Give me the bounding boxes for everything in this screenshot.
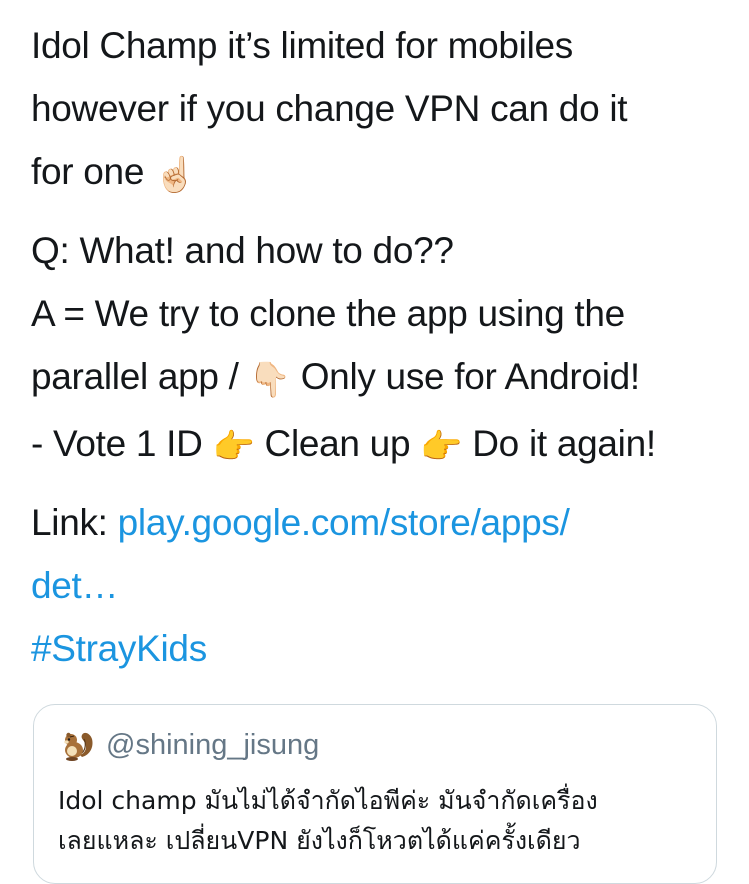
quoted-tweet-line: Idol champ มันไม่ได้จำกัดไอพีค่ะ มันจำกั…: [58, 786, 598, 815]
tweet-paragraph-qa: Q: What! and how to do?? A = We try to c…: [31, 219, 731, 479]
hashtag-straykids[interactable]: #StrayKids: [31, 617, 731, 680]
play-store-link[interactable]: play.google.com/store/apps/: [118, 502, 570, 543]
tweet-line: parallel app / 👇🏻 Only use for Android!: [31, 345, 731, 412]
pointing-right-emoji-icon: 👉: [420, 427, 463, 467]
pointing-up-emoji-icon: ☝🏻: [154, 155, 197, 195]
chipmunk-avatar-icon: [64, 732, 93, 761]
tweet-paragraph-intro: Idol Champ it’s limited for mobiles howe…: [31, 14, 731, 207]
tweet-body: Idol Champ it’s limited for mobiles howe…: [31, 14, 731, 680]
quoted-user-handle[interactable]: @shining_jisung: [106, 729, 319, 762]
quoted-tweet-text: Idol champ มันไม่ได้จำกัดไอพีค่ะ มันจำกั…: [58, 781, 698, 861]
step-vote: - Vote 1 ID: [31, 423, 203, 464]
tweet-steps: - Vote 1 ID 👉 Clean up 👉 Do it again!: [31, 412, 731, 479]
link-label: Link:: [31, 502, 108, 543]
quoted-tweet-card[interactable]: @shining_jisung Idol champ มันไม่ได้จำกั…: [33, 704, 717, 884]
tweet-answer: A = We try to clone the app using the: [31, 293, 625, 334]
pointing-right-emoji-icon: 👉: [212, 427, 255, 467]
tweet-line-text: for one: [31, 151, 145, 192]
tweet-line-text: parallel app /: [31, 356, 239, 397]
step-clean: Clean up: [264, 423, 411, 464]
tweet-line: Idol Champ it’s limited for mobiles: [31, 25, 573, 66]
tweet-paragraph-link: Link: play.google.com/store/apps/ det… #…: [31, 491, 731, 680]
tweet-question: Q: What! and how to do??: [31, 230, 454, 271]
quoted-tweet-header: @shining_jisung: [58, 725, 319, 765]
step-repeat: Do it again!: [472, 423, 656, 464]
play-store-link-continued[interactable]: det…: [31, 554, 731, 617]
pointing-down-emoji-icon: 👇🏻: [248, 360, 291, 400]
tweet-line: for one ☝🏻: [31, 140, 731, 207]
tweet-line: however if you change VPN can do it: [31, 88, 628, 129]
avatar[interactable]: [58, 725, 98, 765]
quoted-tweet-line: เลยแหละ เปลี่ยนVPN ยังไงก็โหวตได้แค่ครั้…: [58, 826, 581, 855]
tweet-line-text: Only use for Android!: [300, 356, 641, 397]
tweet-line: Link: play.google.com/store/apps/: [31, 491, 731, 554]
